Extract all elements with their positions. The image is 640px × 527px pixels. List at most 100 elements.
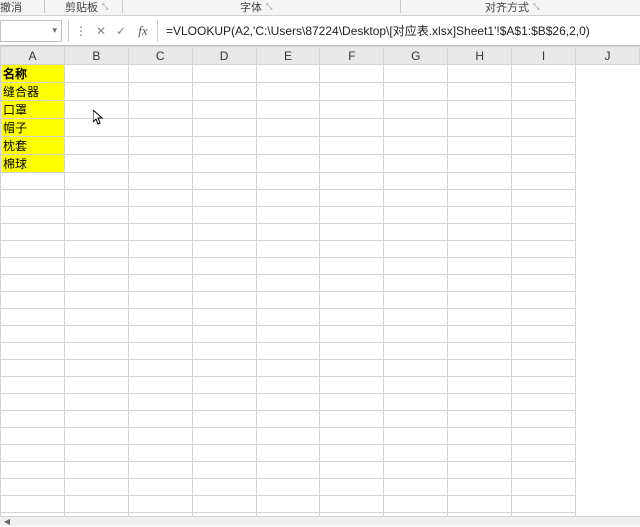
cell[interactable] <box>192 101 256 119</box>
cell[interactable] <box>320 190 384 207</box>
cell[interactable] <box>320 224 384 241</box>
cell[interactable] <box>512 190 576 207</box>
cell[interactable] <box>128 309 192 326</box>
cell[interactable] <box>384 343 448 360</box>
cell[interactable] <box>256 309 320 326</box>
cell[interactable] <box>128 224 192 241</box>
cell[interactable] <box>64 207 128 224</box>
cell[interactable] <box>128 155 192 173</box>
cell[interactable] <box>192 137 256 155</box>
cell[interactable] <box>256 155 320 173</box>
cell[interactable] <box>320 292 384 309</box>
cell[interactable] <box>448 173 512 190</box>
cell[interactable] <box>64 137 128 155</box>
cell[interactable] <box>64 275 128 292</box>
cell[interactable] <box>256 326 320 343</box>
cell[interactable] <box>320 462 384 479</box>
cell[interactable] <box>128 65 192 83</box>
cell[interactable] <box>384 155 448 173</box>
cell[interactable] <box>448 360 512 377</box>
cell[interactable] <box>320 173 384 190</box>
scroll-track[interactable] <box>14 517 640 527</box>
cell[interactable] <box>512 309 576 326</box>
cell[interactable] <box>512 65 576 83</box>
cell[interactable] <box>384 101 448 119</box>
cell[interactable] <box>512 258 576 275</box>
cell[interactable] <box>128 207 192 224</box>
cell[interactable] <box>128 101 192 119</box>
cell[interactable] <box>448 377 512 394</box>
cell[interactable] <box>1 428 65 445</box>
cell[interactable] <box>1 496 65 513</box>
cell[interactable] <box>384 224 448 241</box>
cell[interactable] <box>384 190 448 207</box>
cell[interactable] <box>64 292 128 309</box>
cell[interactable] <box>384 377 448 394</box>
cell[interactable] <box>512 479 576 496</box>
cell[interactable] <box>128 360 192 377</box>
cell[interactable] <box>256 275 320 292</box>
cell[interactable] <box>1 292 65 309</box>
cell[interactable] <box>256 65 320 83</box>
cell[interactable] <box>448 479 512 496</box>
cell[interactable] <box>448 462 512 479</box>
cell[interactable] <box>192 462 256 479</box>
cell[interactable] <box>384 360 448 377</box>
cell[interactable]: 枕套 <box>1 137 65 155</box>
cell[interactable] <box>384 462 448 479</box>
cell[interactable] <box>512 292 576 309</box>
cell[interactable]: 名称 <box>1 65 65 83</box>
cell[interactable] <box>512 326 576 343</box>
cell[interactable] <box>192 65 256 83</box>
cell[interactable] <box>192 360 256 377</box>
cell[interactable] <box>320 411 384 428</box>
cell[interactable] <box>512 83 576 101</box>
cell[interactable] <box>448 119 512 137</box>
chevron-down-icon[interactable]: ▾ <box>52 25 57 36</box>
cell[interactable] <box>448 496 512 513</box>
col-header[interactable]: C <box>128 47 192 65</box>
dots-icon[interactable]: ⋮ <box>71 20 91 42</box>
col-header[interactable]: J <box>576 47 640 65</box>
cell[interactable] <box>128 445 192 462</box>
cell[interactable] <box>192 292 256 309</box>
cell[interactable] <box>512 224 576 241</box>
cell[interactable] <box>384 445 448 462</box>
formula-input[interactable] <box>160 20 640 42</box>
cell[interactable]: 棉球 <box>1 155 65 173</box>
cell[interactable] <box>448 428 512 445</box>
cell[interactable]: 帽子 <box>1 119 65 137</box>
cell[interactable] <box>256 137 320 155</box>
cell[interactable] <box>256 394 320 411</box>
cell[interactable] <box>128 119 192 137</box>
cell[interactable] <box>192 411 256 428</box>
cell[interactable] <box>320 309 384 326</box>
cell[interactable] <box>64 241 128 258</box>
cell[interactable] <box>448 275 512 292</box>
cell[interactable] <box>128 292 192 309</box>
cell[interactable] <box>384 258 448 275</box>
cell[interactable] <box>448 445 512 462</box>
cell[interactable] <box>192 428 256 445</box>
cell[interactable] <box>192 173 256 190</box>
cell[interactable] <box>128 411 192 428</box>
cell[interactable] <box>448 326 512 343</box>
fx-button[interactable]: fx <box>131 23 155 39</box>
col-header[interactable]: G <box>384 47 448 65</box>
cell[interactable] <box>512 101 576 119</box>
cell[interactable] <box>512 241 576 258</box>
cell[interactable] <box>384 496 448 513</box>
cell[interactable] <box>384 207 448 224</box>
cell[interactable] <box>64 360 128 377</box>
cell[interactable] <box>320 241 384 258</box>
cell[interactable] <box>384 326 448 343</box>
cell[interactable] <box>512 377 576 394</box>
cell[interactable] <box>320 155 384 173</box>
cell[interactable] <box>64 343 128 360</box>
confirm-icon[interactable]: ✓ <box>111 20 131 42</box>
cell[interactable] <box>512 496 576 513</box>
cell[interactable] <box>320 343 384 360</box>
col-header[interactable]: A <box>1 47 65 65</box>
col-header[interactable]: H <box>448 47 512 65</box>
cell[interactable] <box>1 241 65 258</box>
